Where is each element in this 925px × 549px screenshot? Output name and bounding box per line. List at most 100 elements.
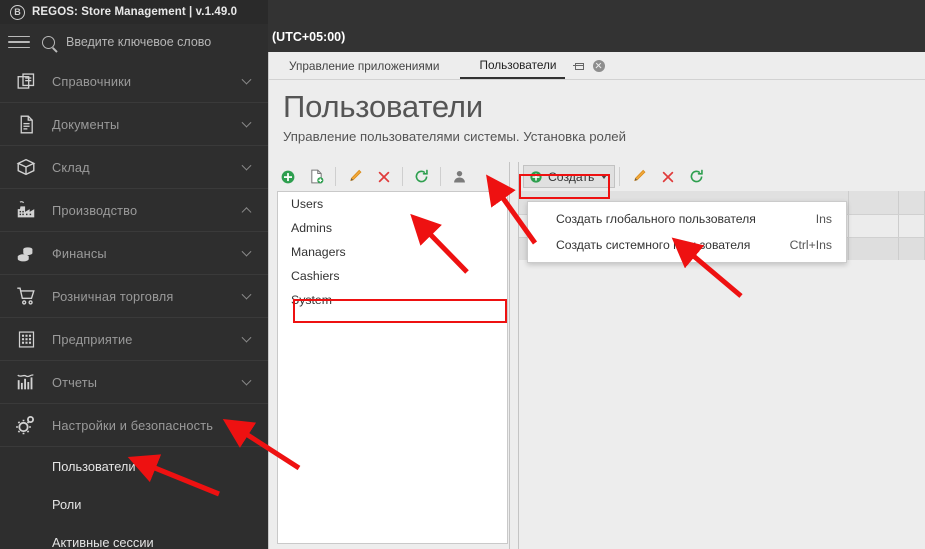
search-input[interactable] <box>66 35 256 49</box>
sidebar-item-polzovateli[interactable]: Пользователи <box>0 447 268 485</box>
list-item-label: Users <box>291 197 324 211</box>
groups-pane: Users Admins Managers Cashiers System <box>269 162 509 549</box>
tab-actions <box>565 52 619 79</box>
create-button[interactable]: Создать <box>523 165 616 188</box>
table-cell <box>899 238 925 260</box>
toolbar-divider <box>335 167 336 186</box>
sidebar-item-label: Финансы <box>52 245 107 261</box>
chevron-down-icon <box>241 246 252 257</box>
toolbar-divider <box>402 167 403 186</box>
list-item[interactable]: Cashiers <box>278 264 507 288</box>
sidebar-item-label: Настройки и безопасность <box>52 417 214 433</box>
chart-icon <box>0 371 52 393</box>
main-panel: Управление приложениями Пользователи Пол… <box>268 52 925 549</box>
pin-icon[interactable] <box>572 60 584 71</box>
list-item-label: Managers <box>291 245 346 259</box>
application-window: B REGOS: Store Management | v.1.49.0 Спр… <box>0 0 925 549</box>
list-item-label: Admins <box>291 221 333 235</box>
sidebar-item-spravochniki[interactable]: Справочники <box>0 60 268 103</box>
sidebar-item-otchety[interactable]: Отчеты <box>0 361 268 404</box>
create-button-label: Создать <box>548 169 595 184</box>
sidebar-item-label: Розничная торговля <box>52 288 174 304</box>
sidebar-subitem-label: Пользователи <box>52 458 136 474</box>
sidebar-item-finansy[interactable]: Финансы <box>0 232 268 275</box>
search-bar <box>0 24 268 60</box>
chevron-down-icon <box>241 74 252 85</box>
groups-listbox[interactable]: Users Admins Managers Cashiers System <box>277 191 508 544</box>
list-item-label: System <box>291 293 332 307</box>
timezone-label: (UTC+05:00) <box>272 30 346 44</box>
sidebar-item-roznichnaya-torgovlya[interactable]: Розничная торговля <box>0 275 268 318</box>
refresh-button[interactable] <box>682 164 711 189</box>
list-item-label: Cashiers <box>291 269 340 283</box>
sidebar-item-nastroyki-i-bezopasnost[interactable]: Настройки и безопасность <box>0 404 268 447</box>
top-strip: (UTC+05:00) <box>268 0 925 52</box>
sidebar-subitem-label: Активные сессии <box>52 534 154 549</box>
table-header-cell <box>899 191 925 214</box>
sidebar-item-label: Предприятие <box>52 331 133 347</box>
list-item[interactable]: Managers <box>278 240 507 264</box>
chevron-up-icon <box>241 422 252 433</box>
toolbar-divider <box>619 167 621 186</box>
tab-bar: Управление приложениями Пользователи <box>269 52 925 80</box>
list-item[interactable]: Users <box>278 192 507 216</box>
refresh-button[interactable] <box>407 164 436 189</box>
create-dropdown-menu: Создать глобального пользователя Ins Соз… <box>527 201 847 263</box>
sidebar-item-label: Производство <box>52 202 138 218</box>
search-icon <box>42 35 55 49</box>
page-header: Пользователи Управление пользователями с… <box>269 80 925 152</box>
chevron-down-icon <box>241 117 252 128</box>
sidebar-item-predpriyatie[interactable]: Предприятие <box>0 318 268 361</box>
add-file-button[interactable] <box>302 164 331 189</box>
sidebar-item-sklad[interactable]: Склад <box>0 146 268 189</box>
edit-button[interactable] <box>624 164 653 189</box>
list-item[interactable]: Admins <box>278 216 507 240</box>
list-item-system[interactable]: System <box>278 288 507 312</box>
sidebar-item-aktivnye-sessii[interactable]: Активные сессии <box>0 523 268 549</box>
tab-label: Пользователи <box>479 57 557 72</box>
menu-item-shortcut: Ins <box>815 212 832 226</box>
sidebar-item-roli[interactable]: Роли <box>0 485 268 523</box>
page-subtitle: Управление пользователями системы. Устан… <box>283 128 627 144</box>
sidebar-item-proizvodstvo[interactable]: Производство <box>0 189 268 232</box>
app-logo-letter: B <box>14 6 21 17</box>
app-logo-icon: B <box>10 4 25 20</box>
table-cell <box>849 215 899 237</box>
sidebar: B REGOS: Store Management | v.1.49.0 Спр… <box>0 0 268 549</box>
tab-upravlenie-prilozheniyami[interactable]: Управление приложениями <box>269 52 460 79</box>
table-cell <box>899 215 925 237</box>
sidebar-item-dokumenty[interactable]: Документы <box>0 103 268 146</box>
toolbar-divider <box>440 167 441 186</box>
sidebar-nav: Справочники Документы Склад Производство… <box>0 60 268 549</box>
sidebar-subitem-label: Роли <box>52 496 82 512</box>
delete-button[interactable] <box>653 164 682 189</box>
pane-splitter[interactable] <box>509 162 519 549</box>
add-button[interactable] <box>273 164 302 189</box>
chevron-down-icon <box>241 332 252 343</box>
cart-icon <box>0 285 52 307</box>
catalog-icon <box>0 71 52 92</box>
close-icon[interactable] <box>592 59 605 72</box>
delete-button[interactable] <box>369 164 398 189</box>
chevron-down-icon <box>241 375 252 386</box>
chevron-down-icon <box>601 174 608 179</box>
coins-icon <box>0 242 52 264</box>
menu-item-create-system-user[interactable]: Создать системного пользователя Ctrl+Ins <box>528 232 846 258</box>
menu-item-shortcut: Ctrl+Ins <box>789 238 832 252</box>
chevron-down-icon <box>241 160 252 171</box>
tab-polzovateli[interactable]: Пользователи <box>459 52 565 79</box>
hamburger-menu-icon[interactable] <box>8 32 30 53</box>
factory-icon <box>0 199 52 221</box>
menu-item-create-global-user[interactable]: Создать глобального пользователя Ins <box>528 206 846 232</box>
page-title: Пользователи <box>283 89 483 124</box>
tab-label: Управление приложениями <box>289 58 440 73</box>
box-icon <box>0 156 52 178</box>
chevron-up-icon <box>241 207 252 218</box>
edit-button[interactable] <box>340 164 369 189</box>
app-title: REGOS: Store Management | v.1.49.0 <box>32 6 238 18</box>
gears-icon <box>0 413 52 437</box>
menu-item-label: Создать системного пользователя <box>556 238 751 252</box>
user-button[interactable] <box>445 164 474 189</box>
sidebar-item-label: Отчеты <box>52 374 98 390</box>
chevron-down-icon <box>241 289 252 300</box>
